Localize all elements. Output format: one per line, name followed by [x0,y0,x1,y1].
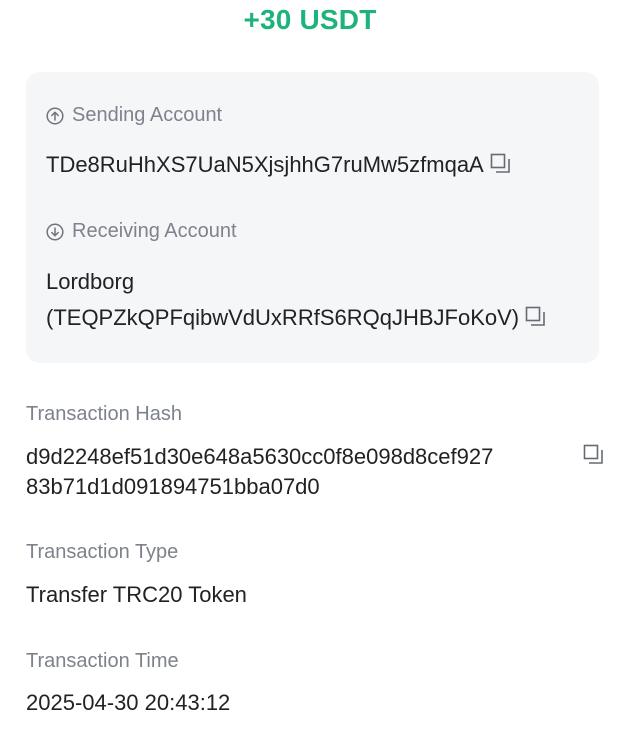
accounts-card: Sending Account TDe8RuHhXS7UaN5XjsjhhG7r… [26,72,599,363]
receiving-account-value: Lordborg (TEQPZkQPFqibwVdUxRRfS6RQqJHBJF… [46,264,547,336]
receiving-account-label: Receiving Account [72,220,237,242]
transaction-hash-line-1: d9d2248ef51d30e648a5630cc0f8e098d8cef927 [26,444,494,469]
arrow-down-circle-icon [46,222,64,241]
transaction-amount: +30 USDT [243,4,377,35]
transaction-hash-label: Transaction Hash [26,403,182,425]
receiving-account-label-row: Receiving Account [46,220,237,243]
transaction-type-value: Transfer TRC20 Token [26,582,247,607]
receiving-account-address: (TEQPZkQPFqibwVdUxRRfS6RQqJHBJFoKoV) [46,305,520,330]
transaction-time-label: Transaction Time [26,650,179,672]
transaction-hash-line-2: 83b71d1d091894751bba07d0 [26,474,320,499]
sending-account-label: Sending Account [72,104,223,126]
transaction-time-value: 2025-04-30 20:43:12 [26,690,231,715]
receiving-account-name: Lordborg [46,269,135,294]
transaction-type-label: Transaction Type [26,541,179,563]
sending-account-label-row: Sending Account [46,104,222,127]
sending-account-value: TDe8RuHhXS7UaN5XjsjhhG7ruMw5zfmqaA [46,147,512,183]
copy-icon[interactable] [490,153,512,175]
arrow-up-circle-icon [46,106,64,125]
copy-icon[interactable] [583,444,605,466]
copy-icon[interactable] [525,306,547,328]
sending-account-address: TDe8RuHhXS7UaN5XjsjhhG7ruMw5zfmqaA [46,152,484,177]
transaction-hash-value: d9d2248ef51d30e648a5630cc0f8e098d8cef927… [26,442,493,502]
